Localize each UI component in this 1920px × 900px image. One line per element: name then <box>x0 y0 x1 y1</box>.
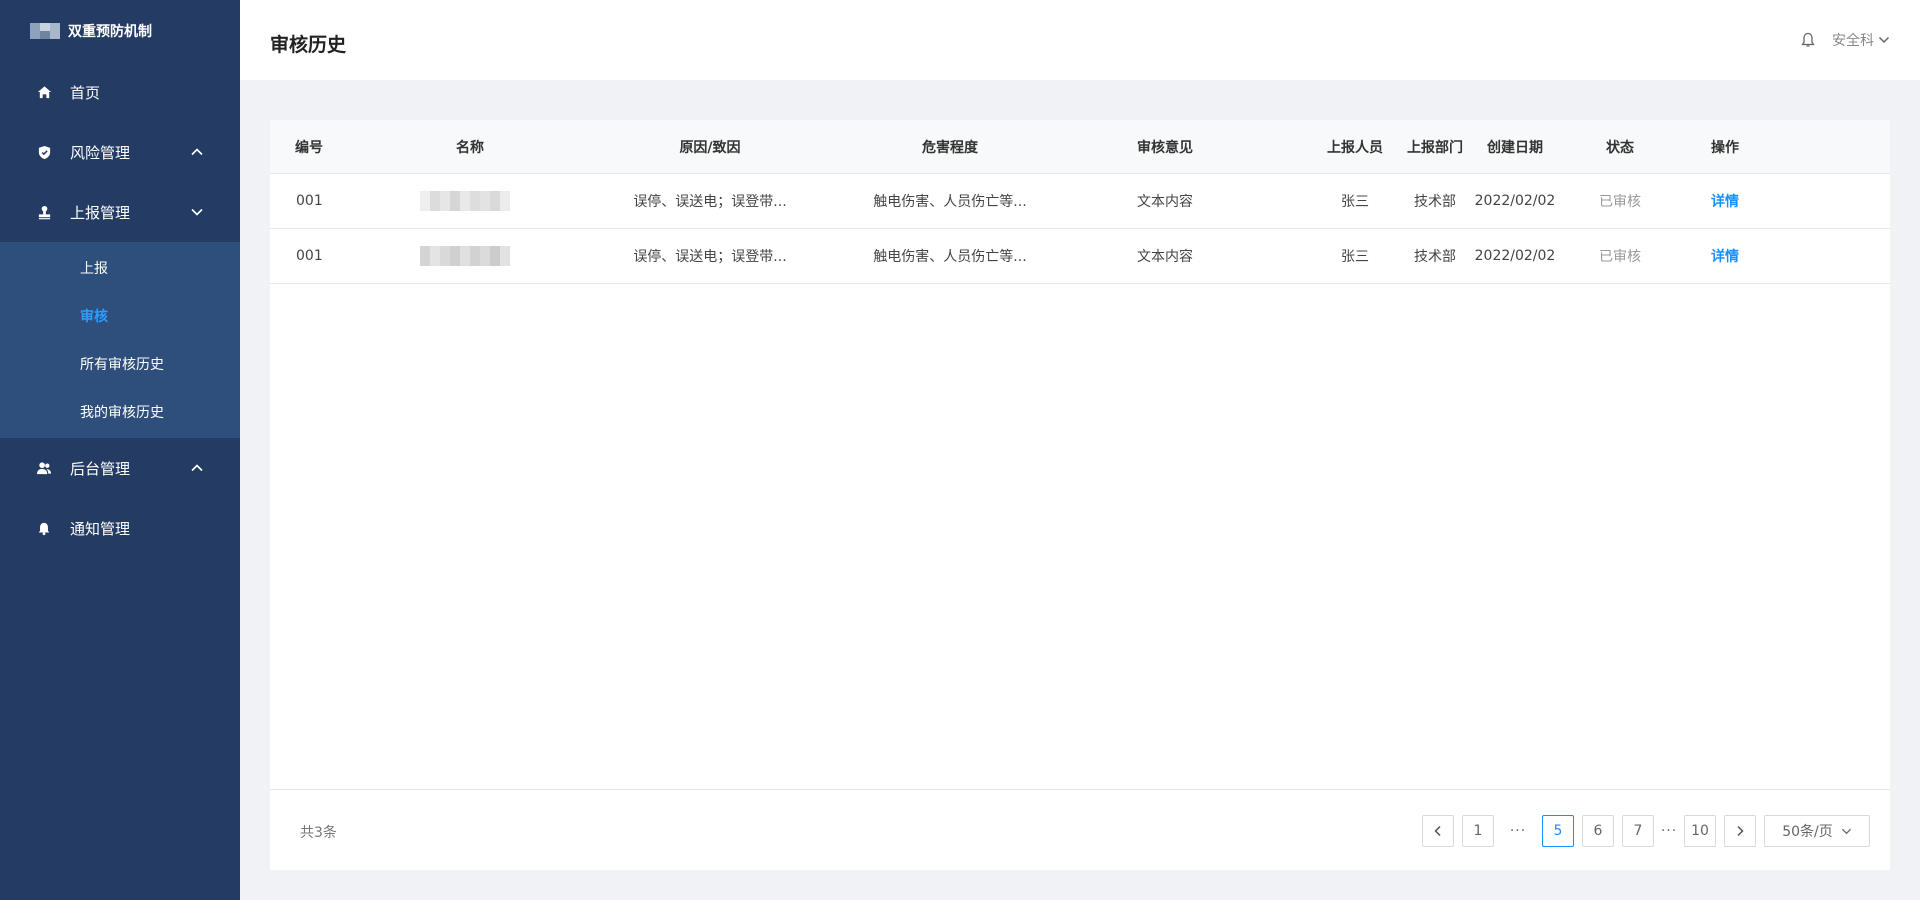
cell-date: 2022/02/02 <box>1474 248 1556 264</box>
cell-status: 已审核 <box>1599 194 1641 210</box>
page-size-label: 50条/页 <box>1782 824 1833 840</box>
page-button[interactable]: 6 <box>1582 815 1614 847</box>
column-header: 原因/致因 <box>679 139 741 156</box>
submenu-report: 上报 审核 所有审核历史 我的审核历史 <box>0 242 240 438</box>
chevron-down-icon[interactable] <box>1878 34 1890 46</box>
column-header: 上报部门 <box>1407 139 1463 156</box>
pagination: 1 ··· 5 6 7 ··· 10 50条/页 <box>1414 815 1870 847</box>
header-right: 安全科 <box>1800 30 1890 50</box>
table-row: 001 误停、误送电；误登带... 触电伤害、人员伤亡等... 文本内容 张三 … <box>270 174 1890 229</box>
chevron-right-icon <box>1737 825 1744 837</box>
cell-id: 001 <box>296 193 323 209</box>
cell-date: 2022/02/02 <box>1474 193 1556 209</box>
home-icon <box>36 84 52 100</box>
column-header: 创建日期 <box>1487 139 1543 156</box>
table-row: 001 误停、误送电；误登带... 触电伤害、人员伤亡等... 文本内容 张三 … <box>270 229 1890 284</box>
stamp-icon <box>36 204 52 220</box>
shield-icon <box>36 144 52 160</box>
cell-dept: 技术部 <box>1414 249 1456 265</box>
cell-dept: 技术部 <box>1414 194 1456 210</box>
bell-icon <box>36 520 52 536</box>
column-header: 上报人员 <box>1327 139 1383 156</box>
menu-item-label: 风险管理 <box>70 143 131 162</box>
column-header: 编号 <box>295 139 323 156</box>
logo-icon <box>30 21 60 41</box>
cell-harm: 触电伤害、人员伤亡等... <box>873 194 1027 210</box>
next-page-button[interactable] <box>1724 815 1756 847</box>
cell-reporter: 张三 <box>1341 194 1369 210</box>
table-card: 编号 名称 原因/致因 危害程度 审核意见 上报人员 上报部门 创建日期 状态 … <box>270 120 1890 870</box>
cell-name-blurred <box>420 174 510 228</box>
logo: 双重预防机制 <box>0 0 240 62</box>
cell-opinion: 文本内容 <box>1137 194 1193 210</box>
total-count: 共3条 <box>300 825 337 841</box>
page-button[interactable]: 7 <box>1622 815 1654 847</box>
column-header: 操作 <box>1711 139 1739 156</box>
menu-item-label: 首页 <box>70 83 101 102</box>
page-button[interactable]: 10 <box>1684 815 1716 847</box>
menu-item-label: 上报管理 <box>70 203 131 222</box>
notification-bell-icon[interactable] <box>1800 32 1816 48</box>
users-icon <box>36 460 52 476</box>
detail-link[interactable]: 详情 <box>1711 229 1739 283</box>
column-header: 名称 <box>456 139 484 156</box>
blurred-name-image <box>420 191 510 211</box>
page-ellipsis[interactable]: ··· <box>1502 815 1534 847</box>
chevron-up-icon[interactable] <box>190 461 204 475</box>
cell-id: 001 <box>296 248 323 264</box>
header: 审核历史 安全科 <box>240 0 1920 80</box>
sub-item-my-history[interactable]: 我的审核历史 <box>0 388 240 436</box>
column-header: 审核意见 <box>1137 139 1193 156</box>
cell-opinion: 文本内容 <box>1137 249 1193 265</box>
page-ellipsis[interactable]: ··· <box>1660 815 1678 847</box>
menu-item-notice[interactable]: 通知管理 <box>0 498 240 558</box>
page-size-select[interactable]: 50条/页 <box>1764 815 1870 847</box>
prev-page-button[interactable] <box>1422 815 1454 847</box>
user-name[interactable]: 安全科 <box>1832 30 1874 50</box>
cell-cause: 误停、误送电；误登带... <box>633 194 787 210</box>
sub-item-all-history[interactable]: 所有审核历史 <box>0 340 240 388</box>
sidebar: 双重预防机制 首页 风险管理 上报管理 上报 审核 所有审核历史 我的审核历史 … <box>0 0 240 900</box>
logo-text: 双重预防机制 <box>68 24 152 40</box>
menu-item-label: 通知管理 <box>70 519 131 538</box>
sub-item-review[interactable]: 审核 <box>0 292 240 340</box>
menu-item-risk[interactable]: 风险管理 <box>0 122 240 182</box>
chevron-left-icon <box>1434 825 1441 837</box>
cell-reporter: 张三 <box>1341 249 1369 265</box>
detail-link[interactable]: 详情 <box>1711 174 1739 228</box>
menu-item-admin[interactable]: 后台管理 <box>0 438 240 498</box>
blurred-name-image <box>420 246 510 266</box>
table-header: 编号 名称 原因/致因 危害程度 审核意见 上报人员 上报部门 创建日期 状态 … <box>270 120 1890 174</box>
chevron-down-icon[interactable] <box>190 205 204 219</box>
chevron-down-icon <box>1841 828 1851 834</box>
menu-item-report[interactable]: 上报管理 <box>0 182 240 242</box>
menu-item-home[interactable]: 首页 <box>0 62 240 122</box>
menu-item-label: 后台管理 <box>70 459 131 478</box>
cell-status: 已审核 <box>1599 249 1641 265</box>
page-button[interactable]: 1 <box>1462 815 1494 847</box>
sub-item-report[interactable]: 上报 <box>0 244 240 292</box>
cell-harm: 触电伤害、人员伤亡等... <box>873 249 1027 265</box>
column-header: 状态 <box>1606 139 1634 156</box>
cell-name-blurred <box>420 229 510 283</box>
page-title: 审核历史 <box>270 34 347 56</box>
page-button-current[interactable]: 5 <box>1542 815 1574 847</box>
chevron-up-icon[interactable] <box>190 145 204 159</box>
cell-cause: 误停、误送电；误登带... <box>633 249 787 265</box>
column-header: 危害程度 <box>922 139 978 156</box>
table-footer: 共3条 1 ··· 5 6 7 ··· 10 50条/页 <box>270 789 1890 870</box>
